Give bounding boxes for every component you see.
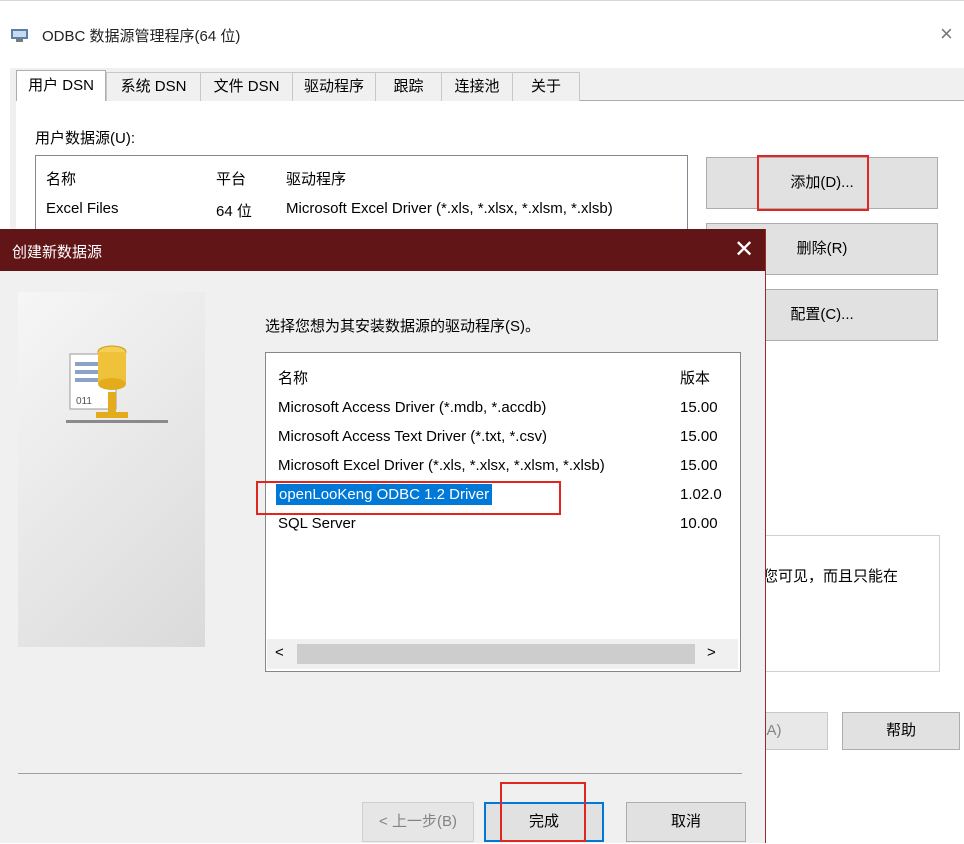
driver-row-version: 10.00 (680, 515, 718, 532)
database-document-icon: 011 (66, 345, 168, 423)
tab-user-dsn[interactable]: 用户 DSN (16, 70, 106, 101)
scrollbar-thumb[interactable] (297, 644, 695, 664)
driver-row-name[interactable]: SQL Server (278, 515, 356, 532)
svg-text:011: 011 (76, 396, 92, 407)
tab-file-dsn[interactable]: 文件 DSN (200, 72, 293, 101)
column-header-platform[interactable]: 平台 (216, 168, 246, 189)
odbc-app-icon (11, 29, 28, 42)
back-button[interactable]: < 上一步(B) (362, 802, 474, 842)
help-button[interactable]: 帮助 (842, 712, 960, 750)
odbc-window-title: ODBC 数据源管理程序(64 位) (42, 28, 241, 45)
driver-row-version: 15.00 (680, 399, 718, 416)
column-header-driver[interactable]: 驱动程序 (286, 168, 346, 189)
dsn-row-platform: 64 位 (216, 203, 252, 220)
scroll-right-arrow-icon[interactable]: > (707, 644, 716, 661)
add-button-highlight (757, 155, 869, 211)
scroll-left-arrow-icon[interactable]: < (275, 644, 284, 661)
user-data-source-label: 用户数据源(U): (35, 130, 135, 147)
cancel-button[interactable]: 取消 (626, 802, 746, 842)
column-header-name[interactable]: 名称 (278, 367, 308, 388)
driver-prompt-label: 选择您想为其安装数据源的驱动程序(S)。 (265, 318, 540, 335)
dialog-separator (18, 773, 742, 774)
driver-row-name[interactable]: Microsoft Access Text Driver (*.txt, *.c… (278, 428, 547, 445)
driver-row-version: 15.00 (680, 457, 718, 474)
selected-driver-highlight (256, 481, 561, 515)
tab-about[interactable]: 关于 (512, 72, 580, 101)
tab-tracing[interactable]: 跟踪 (375, 72, 442, 101)
horizontal-scrollbar[interactable]: < > (267, 639, 738, 669)
dialog-close-icon[interactable]: ✕ (734, 235, 754, 264)
driver-row-name[interactable]: Microsoft Excel Driver (*.xls, *.xlsx, *… (278, 457, 605, 474)
column-header-version[interactable]: 版本 (680, 367, 710, 388)
column-header-name[interactable]: 名称 (46, 168, 76, 189)
tab-system-dsn[interactable]: 系统 DSN (106, 72, 201, 101)
wizard-side-panel: 011 (18, 292, 205, 647)
odbc-close-icon[interactable]: × (940, 21, 953, 47)
driver-row-name[interactable]: Microsoft Access Driver (*.mdb, *.accdb) (278, 399, 546, 416)
driver-row-version: 15.00 (680, 428, 718, 445)
dialog-title: 创建新数据源 (12, 244, 103, 261)
driver-row-version: 1.02.0 (680, 486, 722, 503)
create-data-source-dialog: 创建新数据源 ✕ 011 选择您想为其安装数据源的驱动程序(S)。 名称 版本 … (0, 229, 766, 843)
description-text: 您可见，而且只能在 (763, 568, 899, 585)
dialog-titlebar (0, 229, 765, 271)
dsn-row-name[interactable]: Excel Files (46, 200, 119, 217)
dsn-row-driver: Microsoft Excel Driver (*.xls, *.xlsx, *… (286, 200, 613, 217)
finish-button-highlight (500, 782, 586, 842)
tab-drivers[interactable]: 驱动程序 (292, 72, 376, 101)
tab-connection-pooling[interactable]: 连接池 (441, 72, 513, 101)
